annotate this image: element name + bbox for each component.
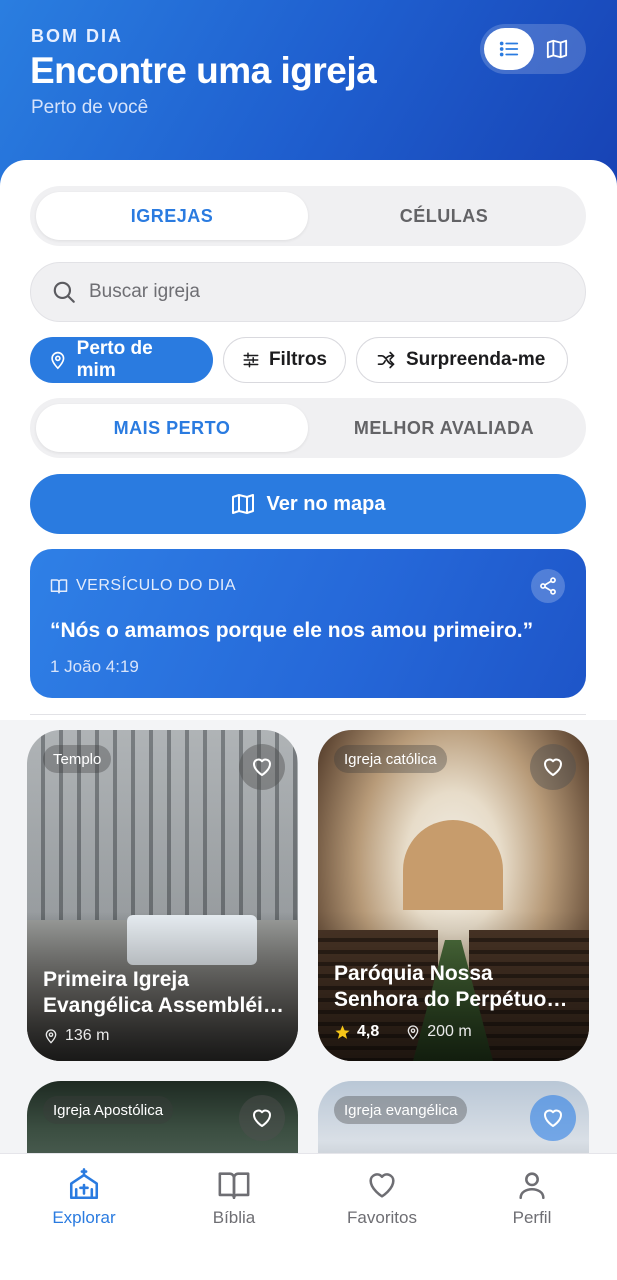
distance: 200 m [427, 1023, 472, 1040]
sliders-icon [243, 352, 259, 368]
chip-filtros[interactable]: Filtros [223, 337, 346, 383]
photo-arch [403, 820, 503, 910]
location-pin-icon [51, 351, 65, 370]
tab-mais-perto[interactable]: MAIS PERTO [36, 404, 308, 452]
book-icon [218, 1172, 250, 1200]
map-button-label: Ver no mapa [266, 492, 386, 515]
favorite-button[interactable] [239, 1095, 285, 1141]
favorite-button[interactable] [530, 1095, 576, 1141]
page-subtitle: Perto de você [31, 97, 149, 118]
verse-text: “Nós o amamos porque ele nos amou primei… [50, 619, 534, 642]
category-badge: Igreja Apostólica [43, 1096, 174, 1124]
location-pin-icon [407, 1025, 419, 1040]
tab-label: Explorar [52, 1208, 116, 1227]
chip-surpreenda-me[interactable]: Surpreenda-me [356, 337, 568, 383]
view-on-map-button[interactable]: Ver no mapa [30, 474, 586, 534]
tab-celulas[interactable]: CÉLULAS [308, 192, 580, 240]
favorite-button[interactable] [530, 744, 576, 790]
sort-tabs: MAIS PERTO MELHOR AVALIADA [30, 398, 586, 458]
tab-igrejas[interactable]: IGREJAS [36, 192, 308, 240]
share-icon [540, 577, 556, 595]
church-card[interactable]: Templo Primeira Igreja Evangélica Assemb… [27, 730, 298, 1061]
tab-melhor-avaliada[interactable]: MELHOR AVALIADA [308, 404, 580, 452]
rating: 4,8 [357, 1023, 380, 1040]
heart-icon [369, 1173, 395, 1198]
map-view-button[interactable] [532, 28, 582, 70]
verse-heading-label: VERSÍCULO DO DIA [76, 577, 237, 594]
church-meta: 136 m [43, 1027, 109, 1045]
church-name-line: Senhora do Perpétuo… [334, 988, 568, 1011]
category-badge: Templo [43, 745, 112, 773]
chip-label: Surpreenda-me [406, 349, 546, 370]
church-card[interactable]: Igreja católica Paróquia Nossa Senhora d… [318, 730, 589, 1061]
share-button[interactable] [531, 569, 565, 603]
list-view-button[interactable] [484, 28, 534, 70]
heart-icon [544, 758, 562, 776]
tab-biblia[interactable]: Bíblia [174, 1168, 294, 1228]
verse-of-day-card: VERSÍCULO DO DIA “Nós o amamos porque el… [30, 549, 586, 698]
star-icon [335, 1024, 350, 1039]
tab-label: Favoritos [347, 1208, 417, 1227]
chip-perto-de-mim[interactable]: Perto de mim [30, 337, 213, 383]
verse-heading: VERSÍCULO DO DIA [50, 577, 236, 595]
category-badge: Igreja evangélica [334, 1096, 468, 1124]
church-name: Paróquia Nossa Senhora do Perpétuo… [334, 961, 579, 1013]
greeting: BOM DIA [31, 26, 123, 46]
list-icon [499, 41, 519, 57]
heart-icon [253, 1109, 271, 1127]
church-name-line: Paróquia Nossa [334, 962, 493, 985]
tab-favoritos[interactable]: Favoritos [322, 1168, 442, 1228]
page-title: Encontre uma igreja [30, 50, 377, 91]
type-tabs: IGREJAS CÉLULAS [30, 186, 586, 246]
view-toggle [480, 24, 586, 74]
open-book-icon [50, 579, 68, 594]
location-pin-icon [45, 1029, 57, 1044]
church-name: Primeira Igreja Evangélica Assembléi… [43, 967, 288, 1019]
church-meta: 4,8 200 m [334, 1023, 472, 1041]
search-input[interactable] [89, 281, 529, 303]
church-icon [69, 1168, 99, 1200]
search-bar [30, 262, 586, 322]
map-icon [231, 494, 254, 514]
chip-label: Perto de mim [76, 338, 153, 381]
divider [30, 714, 586, 715]
verse-reference: 1 João 4:19 [50, 657, 139, 676]
category-badge: Igreja católica [334, 745, 447, 773]
church-name-line: Primeira Igreja [43, 968, 189, 991]
bottom-tab-bar: Explorar Bíblia Favoritos Perfil [0, 1153, 617, 1280]
tab-perfil[interactable]: Perfil [472, 1168, 592, 1228]
heart-icon [544, 1109, 562, 1127]
tab-label: Bíblia [212, 1208, 256, 1227]
tab-label: Perfil [512, 1208, 552, 1227]
church-name-line: Evangélica Assembléi… [43, 994, 284, 1017]
heart-icon [253, 758, 271, 776]
map-icon [546, 39, 568, 59]
favorite-button[interactable] [239, 744, 285, 790]
search-icon [53, 281, 75, 303]
chip-label: Filtros [268, 349, 327, 370]
distance: 136 m [65, 1027, 110, 1044]
tab-explorar[interactable]: Explorar [24, 1168, 144, 1228]
shuffle-icon [377, 351, 395, 369]
user-icon [519, 1172, 545, 1200]
